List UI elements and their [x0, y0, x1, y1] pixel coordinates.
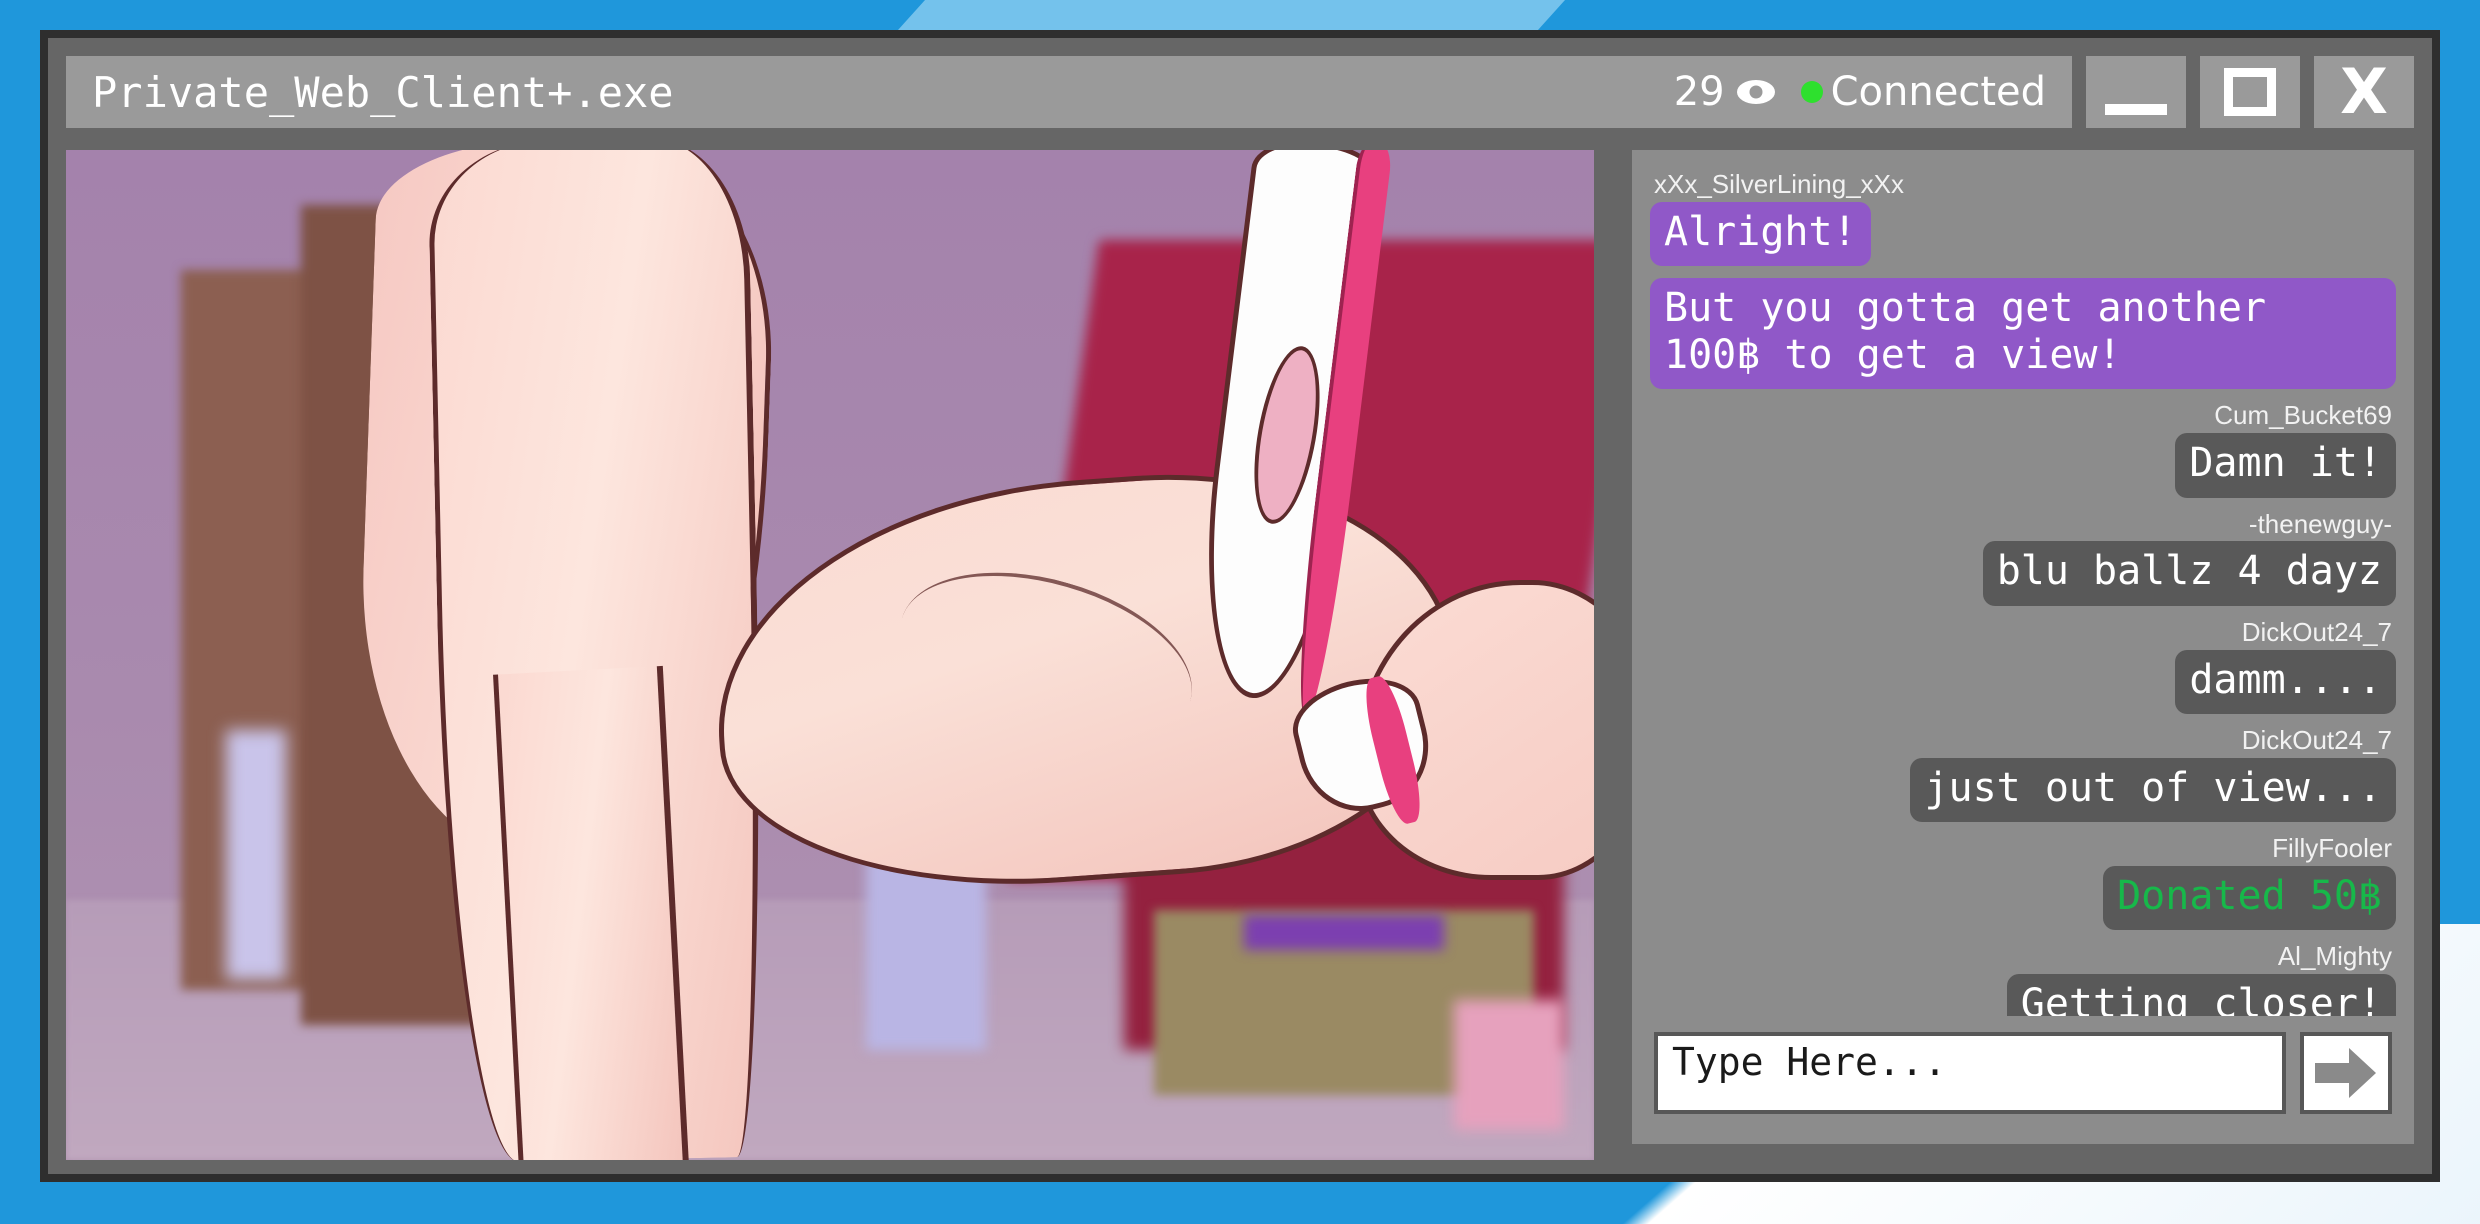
chat-composer: Type Here...	[1650, 1016, 2396, 1144]
chat-message-username: DickOut24_7	[2241, 616, 2392, 647]
titlebar-row: Private_Web_Client+.exe 29 Connected X	[66, 56, 2414, 128]
connection-status-group: Connected	[1800, 69, 2046, 115]
close-button[interactable]: X	[2314, 56, 2414, 128]
chat-message-username: xXx_SilverLining_xXx	[1654, 169, 1905, 199]
viewer-count-group: 29	[1674, 69, 1775, 115]
chat-input-placeholder: Type Here...	[1672, 1040, 1947, 1084]
window-title: Private_Web_Client+.exe	[92, 67, 674, 117]
status-cluster: 29 Connected	[1674, 69, 2046, 115]
arrow-right-icon	[2315, 1048, 2376, 1098]
application-window: Private_Web_Client+.exe 29 Connected X x…	[40, 30, 2440, 1182]
chat-input[interactable]: Type Here...	[1654, 1032, 2286, 1114]
chat-message: DickOut24_7 damm....	[1650, 616, 2396, 714]
chat-message-username: DickOut24_7	[2241, 724, 2392, 755]
maximize-button[interactable]	[2200, 56, 2300, 128]
chat-message-bubble: Alright!	[1650, 201, 1871, 267]
chat-message-bubble: But you gotta get another 100฿ to get a …	[1650, 278, 2396, 390]
chat-message: Al_Mighty Getting closer!	[1650, 940, 2396, 1016]
minimize-icon	[2105, 103, 2167, 115]
maximize-icon	[2224, 68, 2276, 116]
chat-message-list[interactable]: xXx_SilverLining_xXx Alright! But you gott…	[1650, 164, 2396, 1016]
chat-message: xXx_SilverLining_xXx Alright!	[1650, 169, 2396, 267]
chat-message-bubble: Getting closer!	[2006, 973, 2396, 1016]
minimize-button[interactable]	[2086, 56, 2186, 128]
titlebar[interactable]: Private_Web_Client+.exe 29 Connected	[66, 56, 2072, 128]
chat-message-bubble: damm....	[2175, 649, 2396, 714]
chat-message-bubble: blu ballz 4 dayz	[1982, 541, 2396, 606]
chat-message-bubble: just out of view...	[1910, 757, 2396, 822]
chat-message: DickOut24_7 just out of view...	[1650, 724, 2396, 822]
viewer-count: 29	[1673, 69, 1725, 115]
close-icon: X	[2340, 55, 2388, 128]
chat-message-username: Al_Mighty	[2277, 940, 2392, 971]
chat-message: -thenewguy-blu ballz 4 dayz	[1650, 508, 2396, 606]
chat-panel: xXx_SilverLining_xXx Alright! But you gott…	[1632, 150, 2414, 1144]
window-content: xXx_SilverLining_xXx Alright! But you gott…	[66, 150, 2414, 1160]
chat-message: But you gotta get another 100฿ to get a …	[1650, 278, 2396, 390]
chat-message-username: -thenewguy-	[2248, 508, 2392, 539]
eye-icon	[1736, 80, 1775, 104]
background-dresser-item	[1244, 915, 1444, 950]
chat-message: FillyFooler Donated 50฿	[1650, 832, 2396, 930]
send-button[interactable]	[2300, 1032, 2392, 1114]
chat-message-username: FillyFooler	[2272, 832, 2392, 863]
chat-message: Cum_Bucket69 Damn it!	[1650, 400, 2396, 498]
chat-message-username: Cum_Bucket69	[2214, 400, 2392, 431]
figure-leg-front-lower	[493, 665, 689, 1160]
chat-message-bubble: Damn it!	[2175, 433, 2396, 498]
chat-donation-bubble: Donated 50฿	[2103, 865, 2396, 930]
connection-status-label: Connected	[1830, 69, 2046, 115]
background-cloth	[1454, 1000, 1564, 1130]
background-wall-light	[226, 730, 286, 980]
video-stream-view[interactable]	[66, 150, 1594, 1160]
status-dot-icon	[1800, 81, 1823, 103]
